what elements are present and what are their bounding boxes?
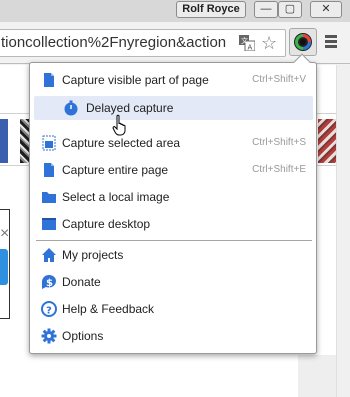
- menu-item-capture-visible[interactable]: Capture visible part of page Ctrl+Shift+…: [34, 68, 312, 92]
- menu-item-donate[interactable]: $ Donate: [34, 270, 312, 294]
- address-bar[interactable]: tioncollection%2Fnyregion&action 文 A ☆: [0, 29, 286, 57]
- menu-item-label: Options: [62, 329, 104, 343]
- timer-icon: [64, 100, 78, 116]
- profile-name-badge[interactable]: Rolf Royce: [176, 1, 246, 18]
- screenshot-extension-icon: [294, 33, 312, 51]
- home-icon: [42, 248, 56, 262]
- menu-item-capture-entire[interactable]: Capture entire page Ctrl+Shift+E: [34, 158, 312, 182]
- capture-menu-popup: Capture visible part of page Ctrl+Shift+…: [29, 53, 317, 354]
- svg-text:A: A: [248, 44, 253, 52]
- window-titlebar: Rolf Royce — ▢ ✕: [0, 0, 350, 22]
- selection-icon: [42, 135, 56, 151]
- page-corner: [298, 355, 336, 397]
- hand-cursor-icon: [112, 114, 126, 136]
- page-icon: [44, 73, 54, 87]
- menu-icon[interactable]: [325, 35, 339, 49]
- gear-icon: [41, 328, 57, 344]
- menu-item-capture-desktop[interactable]: Capture desktop: [34, 212, 312, 236]
- page-thumbnail[interactable]: [318, 119, 336, 163]
- menu-item-label: Capture visible part of page: [62, 73, 209, 87]
- url-text[interactable]: tioncollection%2Fnyregion&action: [1, 30, 233, 56]
- menu-separator: [36, 240, 312, 241]
- close-window-button[interactable]: ✕: [310, 1, 342, 18]
- shortcut-label: Ctrl+Shift+V: [252, 74, 306, 85]
- star-icon[interactable]: ☆: [261, 33, 277, 53]
- menu-item-label: Help & Feedback: [62, 302, 155, 316]
- page-icon: [44, 163, 54, 177]
- restore-button[interactable]: ▢: [278, 1, 302, 18]
- menu-item-label: Select a local image: [62, 190, 170, 204]
- menu-item-capture-selected[interactable]: Capture selected area Ctrl+Shift+S: [34, 131, 312, 155]
- page-scrollbar[interactable]: [336, 65, 350, 397]
- menu-item-my-projects[interactable]: My projects: [34, 243, 312, 267]
- minimize-button[interactable]: —: [254, 1, 278, 18]
- menu-item-select-local-image[interactable]: Select a local image: [34, 185, 312, 209]
- shortcut-label: Ctrl+Shift+E: [252, 164, 306, 175]
- menu-item-label: Capture entire page: [62, 163, 169, 177]
- menu-item-label: My projects: [62, 248, 124, 262]
- menu-item-label: Capture desktop: [62, 217, 151, 231]
- dollar-icon: $: [42, 275, 56, 289]
- desktop-icon: [42, 218, 56, 230]
- menu-item-options[interactable]: Options: [34, 324, 312, 348]
- page-thumbnail[interactable]: [0, 119, 8, 163]
- folder-icon: [42, 192, 56, 203]
- svg-text:?: ?: [46, 306, 52, 317]
- screenshot-extension-button[interactable]: [289, 28, 317, 56]
- page-close-icon[interactable]: ×: [0, 225, 9, 243]
- translate-icon[interactable]: 文 A: [239, 35, 255, 51]
- menu-item-label: Donate: [62, 275, 101, 289]
- menu-item-delayed-capture[interactable]: Delayed capture: [34, 96, 313, 120]
- page-blue-button[interactable]: [0, 249, 8, 285]
- shortcut-label: Ctrl+Shift+S: [252, 137, 306, 148]
- svg-text:$: $: [46, 278, 53, 289]
- help-icon: ?: [41, 301, 57, 317]
- menu-item-help-feedback[interactable]: ? Help & Feedback: [34, 297, 312, 321]
